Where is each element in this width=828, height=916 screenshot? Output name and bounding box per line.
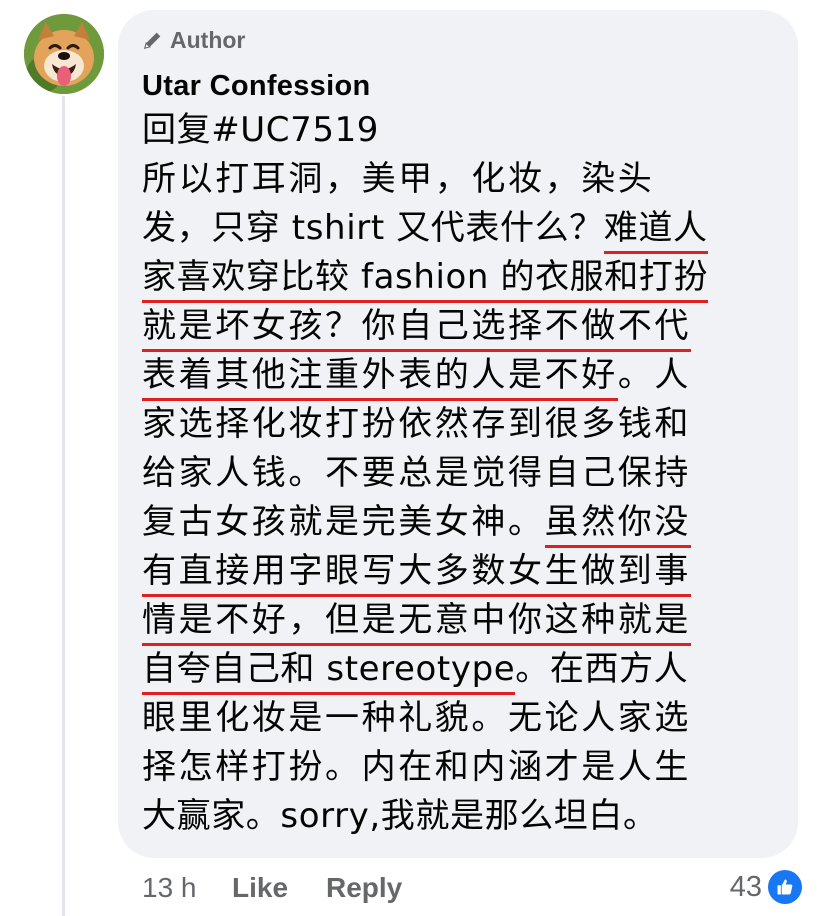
thread-line (62, 96, 65, 916)
comment-line: 给家人钱。不要总是觉得自己保持 (142, 449, 760, 498)
comment-text: 回复#UC7519 所以打耳洞，美甲，化妆，染头 发，只穿 tshirt 又代表… (142, 106, 760, 841)
reply-button[interactable]: Reply (326, 872, 402, 904)
author-name[interactable]: Utar Confession (142, 68, 774, 104)
highlighted-text: 情是不好，但是无意中你这种就是 (142, 600, 691, 646)
dog-avatar-icon (24, 14, 104, 94)
comment-actions: 13 h Like Reply (142, 872, 402, 904)
comment-line: 发，只穿 tshirt 又代表什么？难道人 (142, 204, 760, 254)
comment-text-span: 择怎样打扮。内在和内涵才是人生 (142, 747, 691, 787)
comment-line: 有直接用字眼写大多数女生做到事 (142, 547, 760, 597)
comment-text-span: 眼里化妆是一种礼貌。无论人家选 (142, 698, 691, 738)
comment-line: 择怎样打扮。内在和内涵才是人生 (142, 743, 760, 792)
highlighted-text: 难道人 (603, 208, 708, 254)
highlighted-text: 表着其他注重外表的人是不好 (142, 355, 618, 401)
highlighted-text: 虽然你没 (544, 502, 692, 548)
pencil-icon (143, 32, 161, 50)
thumbs-up-glyph-icon (777, 879, 793, 895)
comment-line: 家喜欢穿比较 fashion 的衣服和打扮 (142, 253, 760, 303)
highlighted-text: 有直接用字眼写大多数女生做到事 (142, 551, 691, 597)
comment-text-span: 家选择化妆打扮依然存到很多钱和 (142, 404, 691, 444)
comment-text-span: 所以打耳洞，美甲，化妆，染头 (142, 159, 655, 199)
comment-line: 情是不好，但是无意中你这种就是 (142, 596, 760, 646)
reaction-count: 43 (729, 870, 762, 903)
comment-text-span: 回复#UC7519 (142, 110, 380, 150)
comment-line: 就是坏女孩？你自己选择不做不代 (142, 302, 760, 352)
comment-line: 眼里化妆是一种礼貌。无论人家选 (142, 694, 760, 743)
thumbs-up-icon (768, 870, 802, 904)
highlighted-text: 就是坏女孩？你自己选择不做不代 (142, 306, 691, 352)
comment-bubble: Author Utar Confession 回复#UC7519 所以打耳洞，美… (118, 10, 798, 858)
highlighted-text: 自夸自己和 stereotype (142, 649, 516, 695)
comment-text-span: 大赢家。sorry,我就是那么坦白。 (142, 796, 658, 836)
comment-text-span: 。在西方人 (515, 649, 689, 689)
like-button[interactable]: Like (232, 872, 326, 904)
comment-line: 自夸自己和 stereotype。在西方人 (142, 645, 760, 695)
comment-text-span: 给家人钱。不要总是觉得自己保持 (142, 453, 691, 493)
timestamp-link[interactable]: 13 h (142, 872, 232, 904)
author-badge: Author (142, 24, 774, 56)
avatar[interactable] (24, 14, 104, 94)
comment-line: 复古女孩就是完美女神。虽然你没 (142, 498, 760, 548)
comment-text-span: 复古女孩就是完美女神。 (142, 502, 545, 542)
comment-line: 所以打耳洞，美甲，化妆，染头 (142, 155, 760, 204)
author-badge-label: Author (170, 26, 246, 53)
highlighted-text: 家喜欢穿比较 fashion 的衣服和打扮 (142, 257, 709, 303)
reaction-summary[interactable]: 43 (730, 870, 802, 904)
comment-text-span: 。人 (617, 355, 692, 395)
comment-line: 回复#UC7519 (142, 106, 760, 155)
comment-line: 大赢家。sorry,我就是那么坦白。 (142, 792, 760, 841)
comment-line: 表着其他注重外表的人是不好。人 (142, 351, 760, 401)
comment-line: 家选择化妆打扮依然存到很多钱和 (142, 400, 760, 449)
comment-text-span: 发，只穿 tshirt 又代表什么？ (142, 208, 604, 248)
